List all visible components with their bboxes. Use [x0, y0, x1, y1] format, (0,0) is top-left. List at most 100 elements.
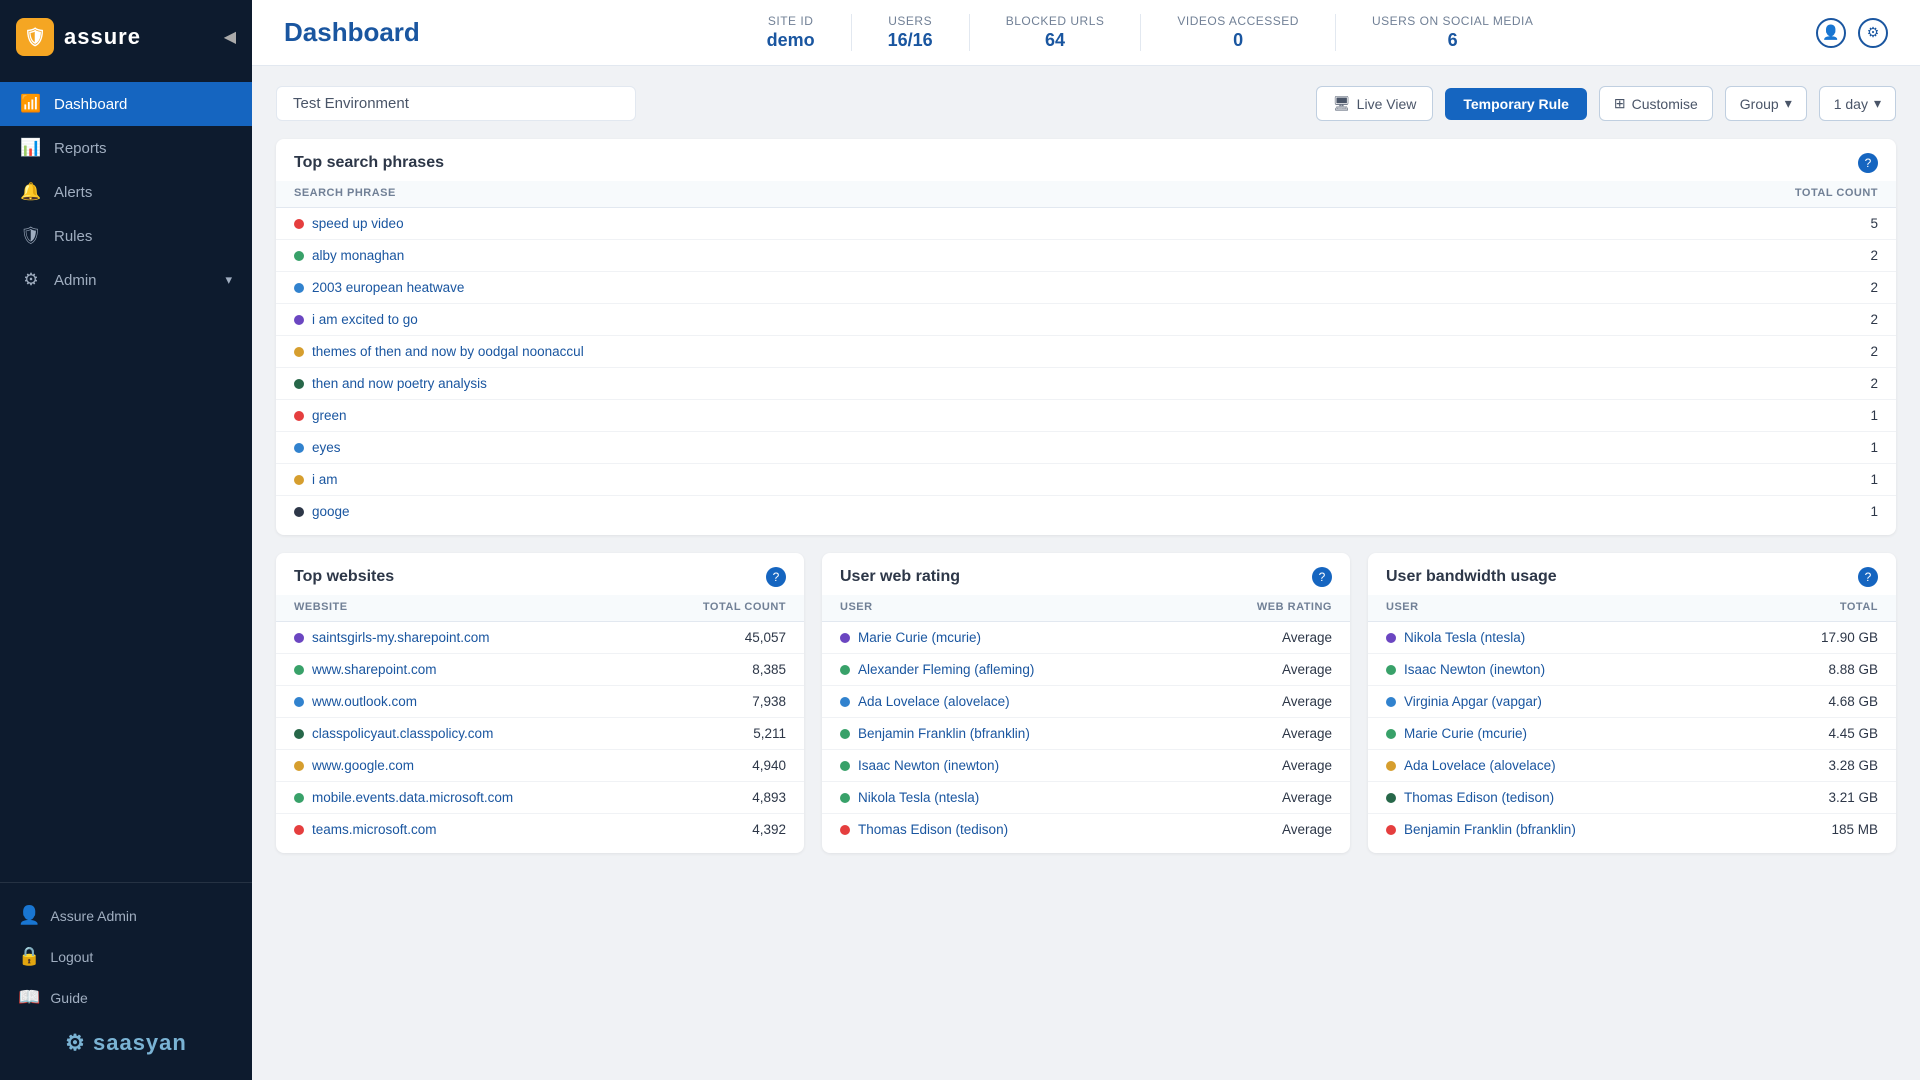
- sliders-icon: ⊞: [1614, 95, 1626, 112]
- search-phrase-link[interactable]: googe: [312, 504, 350, 519]
- sidebar-username: Assure Admin: [50, 908, 136, 924]
- color-dot: [840, 825, 850, 835]
- sidebar-item-reports[interactable]: 📊 Reports: [0, 126, 252, 170]
- sidebar-item-admin[interactable]: ⚙ Admin ▾: [0, 258, 252, 302]
- table-row: eyes 1: [276, 432, 1896, 464]
- table-row: Virginia Apgar (vapgar) 4.68 GB: [1368, 686, 1896, 718]
- search-phrase-link[interactable]: green: [312, 408, 347, 423]
- color-dot: [294, 475, 304, 485]
- sidebar-item-label: Alerts: [54, 184, 232, 201]
- bottom-grid: Top websites ? Website Total Count: [276, 553, 1896, 871]
- table-row: Marie Curie (mcurie) 4.45 GB: [1368, 718, 1896, 750]
- sidebar-item-dashboard[interactable]: 📶 Dashboard: [0, 82, 252, 126]
- table-row: Benjamin Franklin (bfranklin) 185 MB: [1368, 814, 1896, 846]
- day-dropdown[interactable]: 1 day ▾: [1819, 86, 1896, 121]
- chevron-down-icon: ▾: [1874, 95, 1881, 112]
- color-dot: [1386, 633, 1396, 643]
- website-link[interactable]: classpolicyaut.classpolicy.com: [312, 726, 493, 741]
- website-link[interactable]: www.google.com: [312, 758, 414, 773]
- table-row: Thomas Edison (tedison) Average: [822, 814, 1350, 846]
- user-link[interactable]: Ada Lovelace (alovelace): [1404, 758, 1556, 773]
- color-dot: [840, 793, 850, 803]
- card-header: User bandwidth usage ?: [1368, 553, 1896, 595]
- sidebar-guide[interactable]: 📖 Guide: [0, 977, 252, 1018]
- sidebar-item-label: Reports: [54, 140, 232, 157]
- sidebar-user-profile[interactable]: 👤 Assure Admin: [0, 895, 252, 936]
- table-row: i am 1: [276, 464, 1896, 496]
- user-link[interactable]: Thomas Edison (tedison): [858, 822, 1008, 837]
- search-phrase-link[interactable]: themes of then and now by oodgal noonacc…: [312, 344, 584, 359]
- sidebar-item-label: Dashboard: [54, 96, 232, 113]
- search-phrase-link[interactable]: 2003 european heatwave: [312, 280, 464, 295]
- stat-users: Users 16/16: [888, 14, 933, 51]
- environment-label: Test Environment: [276, 86, 636, 121]
- user-link[interactable]: Ada Lovelace (alovelace): [858, 694, 1010, 709]
- web-rating-table: User Web Rating Marie Curie (mcurie) Ave…: [822, 595, 1350, 845]
- table-row: green 1: [276, 400, 1896, 432]
- color-dot: [840, 697, 850, 707]
- logout-icon: 🔒: [18, 946, 40, 967]
- color-dot: [294, 793, 304, 803]
- table-row: classpolicyaut.classpolicy.com 5,211: [276, 718, 804, 750]
- top-search-phrases-card: Top search phrases ? Search Phrase Total…: [276, 139, 1896, 535]
- table-row: Isaac Newton (inewton) 8.88 GB: [1368, 654, 1896, 686]
- search-phrases-table: Search Phrase Total Count speed up video…: [276, 181, 1896, 527]
- user-link[interactable]: Virginia Apgar (vapgar): [1404, 694, 1542, 709]
- sidebar-item-alerts[interactable]: 🔔 Alerts: [0, 170, 252, 214]
- search-phrase-link[interactable]: eyes: [312, 440, 341, 455]
- user-link[interactable]: Alexander Fleming (afleming): [858, 662, 1034, 677]
- color-dot: [294, 507, 304, 517]
- bandwidth-table-wrap: User Total Nikola Tesla (ntesla) 17.90 G…: [1368, 595, 1896, 853]
- user-link[interactable]: Benjamin Franklin (bfranklin): [858, 726, 1030, 741]
- color-dot: [840, 761, 850, 771]
- dashboard-icon: 📶: [20, 94, 42, 114]
- user-link[interactable]: Isaac Newton (inewton): [1404, 662, 1545, 677]
- user-link[interactable]: Benjamin Franklin (bfranklin): [1404, 822, 1576, 837]
- user-link[interactable]: Nikola Tesla (ntesla): [1404, 630, 1525, 645]
- sidebar-header: 🛡 assure ◀: [0, 0, 252, 74]
- help-icon[interactable]: ?: [1858, 153, 1878, 173]
- sidebar-logout-label: Logout: [50, 949, 93, 965]
- website-link[interactable]: mobile.events.data.microsoft.com: [312, 790, 513, 805]
- user-link[interactable]: Thomas Edison (tedison): [1404, 790, 1554, 805]
- customise-button[interactable]: ⊞ Customise: [1599, 86, 1713, 121]
- table-row: www.sharepoint.com 8,385: [276, 654, 804, 686]
- col-user: User: [822, 595, 1178, 622]
- stat-blocked-urls: Blocked URLs 64: [1006, 14, 1105, 51]
- user-link[interactable]: Nikola Tesla (ntesla): [858, 790, 979, 805]
- help-icon[interactable]: ?: [766, 567, 786, 587]
- group-dropdown[interactable]: Group ▾: [1725, 86, 1807, 121]
- website-link[interactable]: teams.microsoft.com: [312, 822, 437, 837]
- search-phrase-link[interactable]: alby monaghan: [312, 248, 404, 263]
- color-dot: [294, 633, 304, 643]
- live-view-button[interactable]: 🖥 Live View: [1316, 86, 1433, 121]
- card-title: User web rating: [840, 568, 960, 586]
- search-phrase-link[interactable]: i am: [312, 472, 338, 487]
- sidebar-item-label: Admin: [54, 272, 213, 289]
- bandwidth-table: User Total Nikola Tesla (ntesla) 17.90 G…: [1368, 595, 1896, 845]
- color-dot: [1386, 665, 1396, 675]
- sidebar-logout[interactable]: 🔒 Logout: [0, 936, 252, 977]
- website-link[interactable]: www.sharepoint.com: [312, 662, 437, 677]
- grid-icon[interactable]: ⚙: [1858, 18, 1888, 48]
- website-link[interactable]: saintsgirls-my.sharepoint.com: [312, 630, 490, 645]
- user-link[interactable]: Marie Curie (mcurie): [1404, 726, 1527, 741]
- help-icon[interactable]: ?: [1312, 567, 1332, 587]
- sidebar-item-rules[interactable]: 🛡 Rules: [0, 214, 252, 258]
- alerts-icon: 🔔: [20, 182, 42, 202]
- main-content: Test Environment 🖥 Live View Temporary R…: [252, 66, 1920, 1080]
- sidebar-collapse-button[interactable]: ◀: [224, 27, 236, 47]
- temporary-rule-button[interactable]: Temporary Rule: [1445, 88, 1587, 120]
- search-phrase-link[interactable]: speed up video: [312, 216, 404, 231]
- user-link[interactable]: Isaac Newton (inewton): [858, 758, 999, 773]
- website-link[interactable]: www.outlook.com: [312, 694, 417, 709]
- user-settings-icon[interactable]: 👤: [1816, 18, 1846, 48]
- chevron-down-icon: ▾: [225, 272, 232, 288]
- col-website: Website: [276, 595, 636, 622]
- search-phrase-link[interactable]: i am excited to go: [312, 312, 418, 327]
- user-link[interactable]: Marie Curie (mcurie): [858, 630, 981, 645]
- help-icon[interactable]: ?: [1858, 567, 1878, 587]
- search-phrase-link[interactable]: then and now poetry analysis: [312, 376, 487, 391]
- page-header: Dashboard Site ID demo Users 16/16 Block…: [252, 0, 1920, 66]
- table-row: 2003 european heatwave 2: [276, 272, 1896, 304]
